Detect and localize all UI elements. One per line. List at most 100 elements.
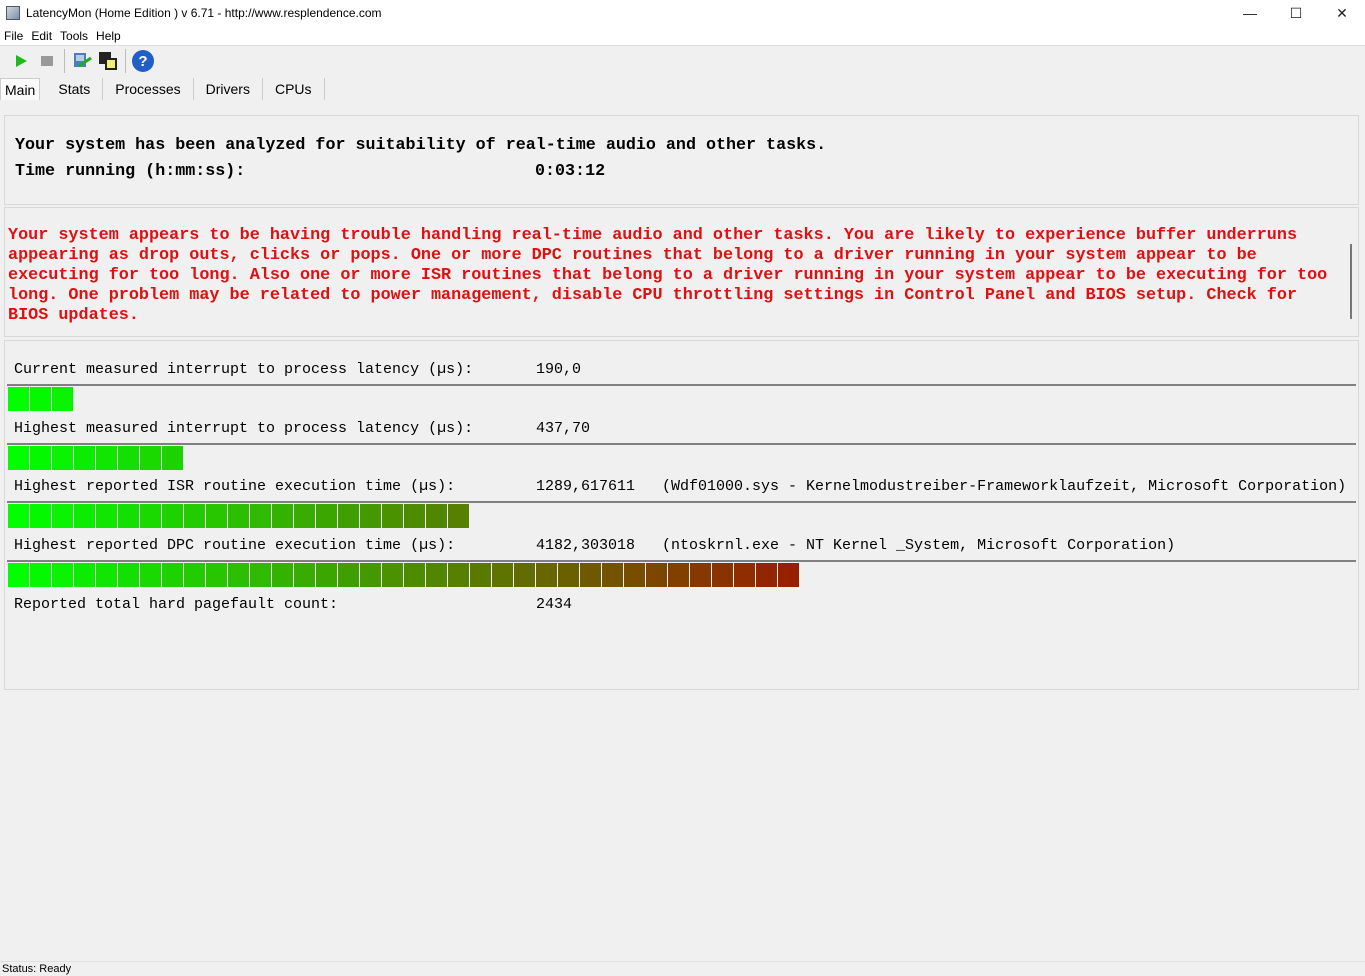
time-running-value: 0:03:12 [535,162,606,181]
bar-segment [470,563,491,587]
tool-icon[interactable] [69,48,95,74]
metric-value: 4182,303018 (ntoskrnl.exe - NT Kernel _S… [536,537,1176,554]
menu-bar: File Edit Tools Help [0,26,1365,46]
bar-segment [30,446,51,470]
summary-text: Your system has been analyzed for suitab… [15,136,827,155]
status-bar: Status: Ready [0,961,1365,975]
bar-segment [162,446,183,470]
help-icon[interactable]: ? [130,48,156,74]
bar-segment [8,504,29,528]
bar-segment [118,563,139,587]
bar-segment [382,504,403,528]
bar-segment [558,563,579,587]
bar-segment [712,563,733,587]
windows-icon[interactable] [95,48,121,74]
app-icon [6,6,20,20]
bar-segment [756,563,777,587]
bar-segment [52,387,73,411]
menu-help[interactable]: Help [96,29,121,43]
bar-segment [272,504,293,528]
latency-bar [7,443,1356,471]
metrics-panel: Current measured interrupt to process la… [4,340,1359,690]
bar-segment [250,504,271,528]
warning-text: Your system appears to be having trouble… [8,226,1328,325]
bar-segment [30,504,51,528]
bar-segment [250,563,271,587]
metric-label: Highest measured interrupt to process la… [14,420,474,437]
tab-stats[interactable]: Stats [46,78,104,100]
menu-file[interactable]: File [4,29,23,43]
latency-bar [7,501,1356,529]
bar-segment [316,504,337,528]
warning-panel: Your system appears to be having trouble… [4,207,1359,337]
bar-segment [382,563,403,587]
bar-segment [140,563,161,587]
maximize-button[interactable]: ☐ [1273,0,1319,26]
bar-segment [360,504,381,528]
bar-segment [162,563,183,587]
bar-segment [118,504,139,528]
window-title: LatencyMon (Home Edition ) v 6.71 - http… [26,6,382,20]
bar-segment [448,563,469,587]
bar-segment [140,504,161,528]
stop-icon[interactable] [34,48,60,74]
menu-tools[interactable]: Tools [60,29,88,43]
summary-panel: Your system has been analyzed for suitab… [4,115,1359,205]
time-running-label: Time running (h:mm:ss): [15,162,246,181]
bar-segment [272,563,293,587]
bar-segment [294,504,315,528]
metric-label: Current measured interrupt to process la… [14,361,474,378]
play-icon[interactable] [8,48,34,74]
bar-segment [184,563,205,587]
bar-segment [514,563,535,587]
svg-text:?: ? [138,53,147,70]
bar-segment [426,563,447,587]
metric-value: 437,70 [536,420,591,437]
bar-segment [624,563,645,587]
tab-bar: Main Stats Processes Drivers CPUs [0,76,1365,100]
scrollbar[interactable] [1350,244,1352,319]
tab-processes[interactable]: Processes [103,78,194,100]
bar-segment [602,563,623,587]
toolbar-separator [64,49,65,73]
pagefault-label: Reported total hard pagefault count: [14,596,339,613]
bar-segment [162,504,183,528]
bar-segment [74,446,95,470]
bar-segment [536,563,557,587]
bar-segment [30,387,51,411]
toolbar-separator [125,49,126,73]
bar-segment [580,563,601,587]
bar-segment [690,563,711,587]
bar-segment [734,563,755,587]
bar-segment [294,563,315,587]
bar-segment [8,563,29,587]
bar-segment [228,563,249,587]
bar-segment [316,563,337,587]
bar-segment [8,387,29,411]
bar-segment [338,504,359,528]
bar-segment [8,446,29,470]
title-bar: LatencyMon (Home Edition ) v 6.71 - http… [0,0,1365,26]
bar-segment [228,504,249,528]
bar-segment [426,504,447,528]
bar-segment [30,563,51,587]
bar-segment [96,563,117,587]
bar-segment [668,563,689,587]
metric-label: Highest reported ISR routine execution t… [14,478,456,495]
latency-bar [7,560,1356,588]
bar-segment [140,446,161,470]
bar-segment [448,504,469,528]
latency-bar [7,384,1356,412]
bar-segment [206,563,227,587]
close-button[interactable]: ✕ [1319,0,1365,26]
metric-label: Highest reported DPC routine execution t… [14,537,456,554]
bar-segment [338,563,359,587]
tab-drivers[interactable]: Drivers [194,78,263,100]
tab-cpus[interactable]: CPUs [263,78,325,100]
bar-segment [52,563,73,587]
bar-segment [404,563,425,587]
minimize-button[interactable]: — [1227,0,1273,26]
tab-main[interactable]: Main [0,78,41,100]
bar-segment [52,504,73,528]
menu-edit[interactable]: Edit [31,29,52,43]
